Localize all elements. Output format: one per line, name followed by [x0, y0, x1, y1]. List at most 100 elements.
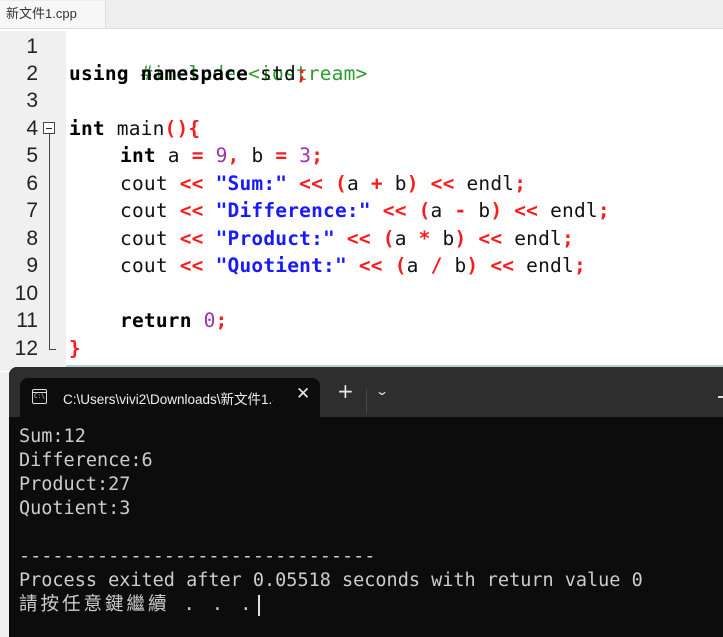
console-icon: C:\ [32, 389, 47, 404]
keyword: using [69, 62, 129, 85]
line-number: 7 [26, 199, 38, 222]
operator: << [179, 199, 204, 222]
operator: << [478, 227, 503, 250]
punctuation: ) [454, 227, 467, 250]
titlebar-separator [366, 389, 367, 413]
code-line-9: cout << "Quotient:" << (a / b) << endl; [120, 252, 586, 279]
identifier: b [442, 227, 455, 250]
terminal-window: C:\ C:\Users\vivi2\Downloads\新文件1.exe ✕ … [9, 367, 723, 637]
string-literal: "Product:" [215, 227, 335, 250]
string-literal: "Sum:" [215, 172, 288, 195]
line-number: 2 [26, 62, 38, 85]
line-number: 1 [26, 35, 38, 58]
identifier: endl [550, 199, 598, 222]
identifier: b [478, 199, 491, 222]
operator: - [454, 199, 467, 222]
identifier: a [346, 172, 359, 195]
terminal-tab-title: C:\Users\vivi2\Downloads\新文件1.exe [63, 392, 273, 407]
fold-collapse-icon[interactable] [43, 122, 55, 134]
identifier: cout [120, 172, 168, 195]
text-cursor [258, 594, 260, 616]
line-number: 9 [26, 254, 38, 277]
identifier: b [454, 254, 467, 277]
punctuation: ) [406, 172, 419, 195]
close-tab-icon[interactable]: ✕ [296, 384, 310, 404]
operator: << [299, 172, 324, 195]
punctuation: ( [382, 227, 395, 250]
output-line: Sum:12 [19, 426, 86, 447]
punctuation: (){ [164, 117, 201, 140]
operator: << [358, 254, 383, 277]
identifier: b [251, 144, 264, 167]
code-area[interactable]: #include <iostream> using namespace std;… [66, 31, 723, 371]
fold-guide-line [49, 134, 50, 349]
terminal-tab[interactable]: C:\ C:\Users\vivi2\Downloads\新文件1.exe ✕ [20, 378, 320, 417]
operator: / [430, 254, 443, 277]
process-exit-line: Process exited after 0.05518 seconds wit… [19, 570, 643, 591]
semicolon: ; [311, 144, 324, 167]
console-icon-text: C:\ [34, 393, 45, 400]
operator: << [179, 227, 204, 250]
keyword: int [69, 117, 105, 140]
string-literal: "Quotient:" [215, 254, 347, 277]
semicolon: ; [514, 172, 527, 195]
operator: << [346, 227, 371, 250]
identifier: a [430, 199, 443, 222]
line-number: 12 [14, 337, 38, 360]
identifier: cout [120, 227, 168, 250]
new-tab-button[interactable]: + [337, 381, 354, 401]
identifier: a [394, 227, 407, 250]
terminal-title-bar: C:\ C:\Users\vivi2\Downloads\新文件1.exe ✕ … [9, 367, 723, 417]
semicolon: ; [597, 199, 610, 222]
minimize-icon[interactable] [718, 396, 723, 398]
punctuation: ) [466, 254, 479, 277]
code-line-11: return 0; [120, 307, 228, 334]
punctuation: ( [335, 172, 347, 195]
operator: << [179, 254, 204, 277]
separator-line: -------------------------------- [19, 546, 376, 567]
code-line-1: #include <iostream> [69, 33, 368, 85]
code-editor: 新文件1.cpp 1 2 3 4 5 6 7 8 9 10 11 12 #inc… [0, 0, 723, 372]
operator: << [490, 254, 515, 277]
code-line-5: int a = 9, b = 3; [120, 142, 323, 169]
operator: << [430, 172, 455, 195]
identifier: endl [466, 172, 515, 195]
punctuation: , [227, 144, 240, 167]
operator: << [382, 199, 407, 222]
operator: = [275, 144, 288, 167]
operator: + [370, 172, 383, 195]
keyword: return [120, 309, 192, 332]
fold-end-marker [49, 349, 56, 350]
identifier: endl [526, 254, 574, 277]
file-tab[interactable]: 新文件1.cpp [0, 1, 106, 28]
line-number: 3 [26, 89, 38, 112]
line-number: 8 [26, 227, 38, 250]
terminal-output[interactable]: Sum:12 Difference:6 Product:27 Quotient:… [19, 425, 723, 637]
number: 0 [203, 309, 216, 332]
code-line-8: cout << "Product:" << (a * b) << endl; [120, 225, 574, 252]
line-number: 6 [26, 172, 38, 195]
line-number-gutter: 1 2 3 4 5 6 7 8 9 10 11 12 [0, 31, 66, 371]
press-any-key-line: 請按任意鍵繼續 . . . [19, 593, 723, 617]
line-number: 11 [16, 309, 38, 332]
line-number: 10 [14, 282, 38, 305]
operator: * [418, 227, 431, 250]
code-line-4: int main(){ [69, 115, 200, 142]
press-any-key-text: 請按任意鍵繼續 . . . [19, 594, 255, 615]
line-number: 4 [26, 117, 38, 140]
punctuation: ( [418, 199, 431, 222]
output-line: Product:27 [19, 474, 131, 495]
semicolon: ; [562, 227, 574, 250]
editor-tab-bar: 新文件1.cpp [0, 0, 723, 29]
code-line-7: cout << "Difference:" << (a - b) << endl… [120, 197, 610, 224]
code-line-2: using namespace std; [69, 60, 308, 87]
line-number: 5 [26, 144, 38, 167]
identifier: a [406, 254, 419, 277]
semicolon: ; [573, 254, 586, 277]
number: 3 [299, 144, 312, 167]
chevron-down-icon[interactable]: ⌄ [375, 384, 389, 398]
identifier: cout [120, 199, 168, 222]
identifier: main [116, 117, 165, 140]
keyword: int [120, 144, 156, 167]
